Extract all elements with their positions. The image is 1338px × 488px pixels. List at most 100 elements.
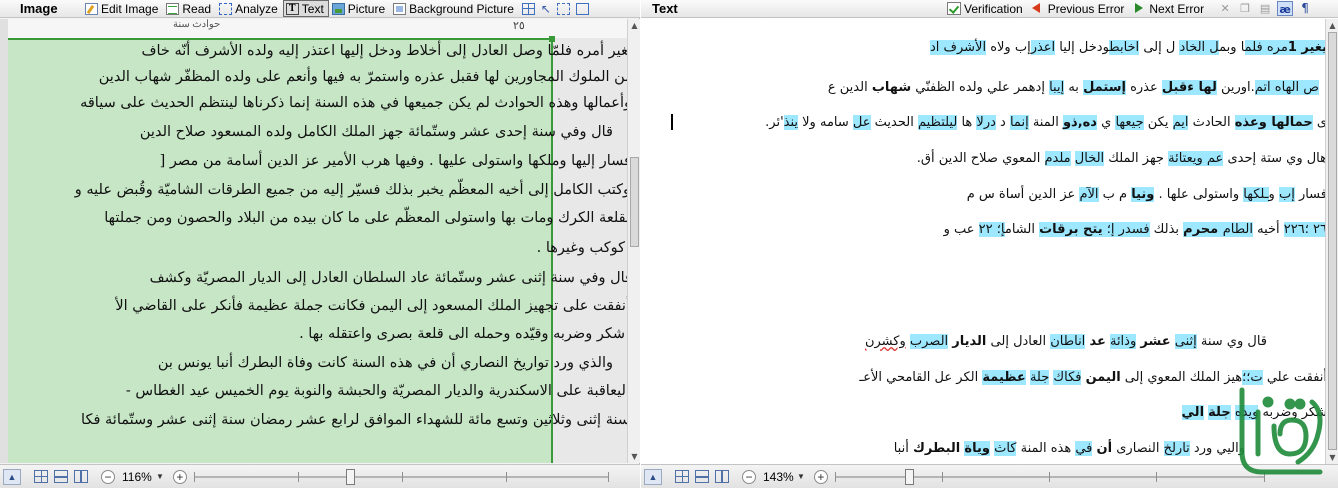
uncertain-word[interactable]: ظيم bbox=[917, 115, 942, 130]
word[interactable]: إدهمر علي ولده الظفنّي bbox=[911, 80, 1049, 95]
uncertain-word[interactable]: ايم bbox=[1172, 115, 1189, 130]
zoom-out-button[interactable]: − bbox=[101, 469, 115, 484]
uncertain-word[interactable]: ل bbox=[1205, 40, 1220, 55]
word[interactable]: بذلك bbox=[1150, 222, 1184, 237]
scroll-down-icon[interactable]: ▼ bbox=[629, 451, 640, 462]
word[interactable]: جهز الملك bbox=[1104, 151, 1168, 166]
zoom-slider-handle[interactable] bbox=[345, 468, 355, 485]
uncertain-word[interactable]: في bbox=[1075, 441, 1093, 456]
uncertain-word[interactable]: ٢٢ bbox=[978, 222, 993, 237]
word[interactable]: المنة bbox=[1029, 115, 1063, 130]
cut-icon[interactable]: ✕ bbox=[1217, 1, 1233, 16]
word[interactable]: المعوي صلاح الدين أق. bbox=[917, 151, 1045, 166]
word[interactable]: الدين ع bbox=[828, 80, 872, 95]
text-zoom-out-button[interactable]: − bbox=[742, 469, 756, 484]
uncertain-word[interactable]: إيبا bbox=[1049, 80, 1065, 95]
analyze-button[interactable]: Analyze bbox=[216, 0, 283, 17]
word[interactable]: ودخل إليا bbox=[1055, 40, 1109, 55]
uncertain-word[interactable]: ده,ذو bbox=[1062, 115, 1097, 130]
text-fit-page-icon[interactable] bbox=[675, 470, 689, 483]
word[interactable]: قال وي سنة bbox=[1197, 334, 1267, 349]
word[interactable]: النصارى bbox=[1112, 441, 1163, 456]
text-zoom-in-button[interactable]: + bbox=[813, 469, 828, 484]
text-zoom-dropdown-icon[interactable]: ▼ bbox=[797, 472, 805, 481]
word[interactable]: عب و bbox=[944, 222, 979, 237]
text-line[interactable]: هال وي ستة إحدى عم ويعتائة جهز الملك الخ… bbox=[917, 149, 1325, 169]
word[interactable]: 'ئر. bbox=[765, 115, 784, 130]
text-zoom-slider[interactable] bbox=[834, 468, 1265, 485]
word[interactable]: الديار bbox=[952, 334, 986, 349]
word[interactable]: به bbox=[1064, 80, 1083, 95]
previous-error-button[interactable]: Previous Error bbox=[1028, 0, 1130, 17]
text-zoom-slider-handle[interactable] bbox=[904, 468, 914, 485]
word[interactable]: هذه المنة bbox=[1016, 441, 1075, 456]
select-cursor-icon[interactable]: ↖ bbox=[541, 2, 551, 16]
word[interactable]: د bbox=[996, 115, 1010, 130]
word[interactable]: ل إلى bbox=[1139, 40, 1179, 55]
uncertain-word[interactable]: فلم bbox=[1244, 40, 1263, 55]
image-zoom-value[interactable]: 116% bbox=[118, 470, 156, 484]
uncertain-word[interactable]: يغير bbox=[1296, 40, 1325, 55]
word[interactable]: عشر bbox=[1140, 334, 1170, 349]
text-fit-width-icon[interactable] bbox=[695, 470, 709, 483]
word[interactable]: م ب bbox=[1099, 187, 1132, 202]
uncertain-word[interactable]: الي bbox=[1181, 405, 1205, 420]
next-error-button[interactable]: Next Error bbox=[1129, 0, 1209, 17]
uncertain-word[interactable]: وياة bbox=[964, 441, 990, 456]
image-zoom-slider[interactable] bbox=[193, 468, 609, 485]
uncertain-word[interactable]: الأشرف اد bbox=[929, 40, 987, 55]
edit-image-button[interactable]: Edit Image bbox=[82, 0, 163, 17]
word[interactable]: ي bbox=[1097, 115, 1115, 130]
uncertain-word[interactable]: اعذر bbox=[1030, 40, 1056, 55]
text-line[interactable]: ٢٦ ؛٢٢٦ أخيه الطام محرم بذلك فسدر إ؛ يتح… bbox=[944, 220, 1325, 240]
uncertain-word[interactable]: ٢٦ bbox=[1308, 222, 1325, 237]
text-fit-height-icon[interactable] bbox=[715, 470, 729, 483]
uncertain-word[interactable]: الآم bbox=[1079, 187, 1099, 202]
verification-button[interactable]: Verification bbox=[944, 0, 1028, 17]
uncertain-word[interactable]: وعذه bbox=[1234, 115, 1272, 130]
word[interactable]: إب ولاه bbox=[986, 40, 1031, 55]
text-line[interactable]: قال وي سنة إثنى عشر وذائة عد اناطان العا… bbox=[865, 332, 1267, 352]
uncertain-word[interactable]: إ؛ bbox=[1102, 222, 1119, 237]
word[interactable]: سامه ولا bbox=[798, 115, 853, 130]
uncertain-word[interactable]: ص bbox=[1299, 80, 1319, 95]
word[interactable]: العادل إلى bbox=[986, 334, 1050, 349]
text-line[interactable]: ى حمالها وعذه الحادث ايم يكن جيعها ي ده,… bbox=[765, 113, 1325, 133]
uncertain-word[interactable]: الخاد bbox=[1179, 40, 1206, 55]
word[interactable]: الشام bbox=[1005, 222, 1039, 237]
zoom-dropdown-icon[interactable]: ▼ bbox=[156, 472, 164, 481]
show-formatting-icon[interactable]: ¶ bbox=[1297, 1, 1313, 16]
word[interactable]: واستولى علها . bbox=[1154, 187, 1243, 202]
uncertain-word[interactable]: ويعتائة bbox=[1168, 151, 1207, 166]
uncertain-word[interactable]: الهاه bbox=[1274, 80, 1300, 95]
uncertain-word[interactable]: 1 bbox=[1287, 40, 1297, 55]
word[interactable]: وكشرن bbox=[865, 334, 906, 349]
uncertain-word[interactable]: إب bbox=[1278, 187, 1295, 202]
read-button[interactable]: Read bbox=[163, 0, 216, 17]
uncertain-word[interactable]: كاث bbox=[994, 441, 1017, 456]
uncertain-word[interactable]: جلة bbox=[1029, 370, 1050, 385]
word[interactable]: .اورين bbox=[1217, 80, 1255, 95]
word[interactable]: أن bbox=[1097, 441, 1113, 456]
highlight-uncertain-icon[interactable]: æ bbox=[1277, 1, 1294, 16]
word[interactable]: الحديث bbox=[871, 115, 918, 130]
word[interactable]: يكن bbox=[1144, 115, 1173, 130]
fit-width-icon[interactable] bbox=[54, 470, 68, 483]
background-picture-button[interactable]: Background Picture bbox=[390, 0, 519, 17]
uncertain-word[interactable]: برقات bbox=[1039, 222, 1084, 237]
select-area-icon[interactable] bbox=[556, 2, 570, 15]
fit-height-icon[interactable] bbox=[74, 470, 88, 483]
word[interactable]: عد bbox=[1089, 334, 1105, 349]
uncertain-word[interactable]: إثنى bbox=[1174, 334, 1197, 349]
uncertain-word[interactable]: فكاك bbox=[1053, 370, 1082, 385]
uncertain-word[interactable]: اخابط bbox=[1109, 40, 1140, 55]
scroll-thumb[interactable] bbox=[630, 157, 639, 247]
word[interactable]: ى bbox=[1313, 115, 1325, 130]
word[interactable]: الحادث bbox=[1188, 115, 1234, 130]
word[interactable]: هيز الملك المعوي إلى bbox=[1121, 370, 1242, 385]
word[interactable]: أخيه bbox=[1253, 222, 1284, 237]
uncertain-word[interactable]: يتح bbox=[1083, 222, 1103, 237]
uncertain-word[interactable]: تارلخ bbox=[1163, 441, 1190, 456]
word[interactable]: البطرك bbox=[913, 441, 960, 456]
copy-icon[interactable]: ❐ bbox=[1237, 1, 1253, 16]
